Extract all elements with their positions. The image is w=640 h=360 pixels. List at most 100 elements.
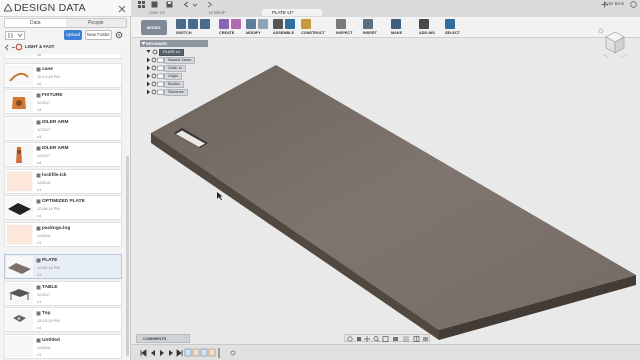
go-to-end-icon[interactable] (176, 349, 183, 357)
document-tab[interactable]: PLATE v1* (262, 9, 322, 16)
browser-node-label[interactable]: Sketches (164, 89, 188, 96)
file-thumbnail (6, 118, 33, 139)
tab-people[interactable]: People (65, 19, 126, 27)
browser-node-label[interactable]: Origin (164, 73, 183, 80)
insert-image-icon[interactable] (363, 19, 373, 29)
toolbar-group-label[interactable]: MODIFY (246, 31, 261, 35)
timeline-settings-icon[interactable] (230, 350, 236, 356)
user-name[interactable]: Tyler Beck (604, 1, 624, 6)
browser-panel: BROWSER PLATE v1 Named Views Units: in Ori… (140, 40, 210, 98)
play-icon[interactable] (160, 350, 164, 356)
document-tab[interactable]: Untitled* (199, 9, 257, 16)
scripts-icon[interactable] (419, 19, 429, 29)
design-file-icon (36, 173, 41, 178)
expand-icon[interactable] (146, 49, 151, 55)
workspace-switcher[interactable]: MODEL (141, 20, 167, 35)
timeline-feature-cut[interactable] (208, 348, 216, 357)
list-item[interactable]: packngo.log 12/8/16 v1 (4, 222, 122, 247)
extrude-icon[interactable] (231, 19, 241, 29)
viewports-icon[interactable] (413, 336, 420, 342)
browser-node[interactable]: Sketches (146, 89, 188, 96)
plane-icon[interactable] (301, 19, 311, 29)
undo-icon[interactable] (183, 1, 199, 8)
browser-header[interactable]: BROWSER (140, 40, 208, 47)
browser-node-label[interactable]: Units: in (164, 65, 186, 72)
rectangle-icon[interactable] (200, 19, 210, 29)
list-item[interactable]: FIXTURE 1/23/17 v3 (4, 89, 122, 114)
toolbar-group-label[interactable]: ASSEMBLE (273, 31, 294, 35)
list-item[interactable]: cane 10:13:16 PM v2 (4, 63, 122, 88)
upload-button[interactable]: Upload (64, 30, 82, 40)
list-item[interactable]: IDLER ARM 1/24/17 v4 (4, 142, 122, 167)
display-settings-icon[interactable] (393, 337, 398, 341)
component-icon[interactable] (285, 19, 295, 29)
visibility-icon[interactable] (152, 49, 158, 55)
fillet-icon[interactable] (258, 19, 268, 29)
toolbar-group-label[interactable]: INSERT (363, 31, 377, 35)
grid-settings-icon[interactable] (403, 336, 409, 342)
list-item[interactable]: Top 12:10:19 PM v1 (4, 307, 122, 332)
toolbar-group-label[interactable]: SELECT (445, 31, 460, 35)
step-back-icon[interactable] (151, 350, 155, 356)
plate-top-face[interactable] (151, 65, 636, 330)
list-item[interactable]: Untitled 12/8/16 v1 (4, 334, 122, 359)
viewcube[interactable] (597, 25, 633, 61)
tab-data[interactable]: Data (5, 19, 66, 27)
arc-icon[interactable] (188, 19, 198, 29)
browser-node-label[interactable]: Bodies (164, 81, 184, 88)
fit-icon[interactable] (382, 336, 389, 342)
line-icon[interactable] (176, 19, 186, 29)
toolbar-group-label[interactable]: SKETCH (176, 31, 192, 35)
grid-icon[interactable] (138, 1, 146, 8)
list-item[interactable]: OPTIMIZED PLATE 12:58:14 PM v1 (4, 195, 122, 220)
home-view-icon[interactable] (598, 28, 604, 34)
list-item[interactable]: IDLER ARM 1/23/17 v3 (4, 116, 122, 141)
sort-dropdown[interactable] (5, 31, 25, 40)
presspull-icon[interactable] (246, 19, 256, 29)
list-item[interactable]: TABLE 1/23/17 v1 (4, 281, 122, 306)
design-file-icon (36, 311, 41, 316)
list-item[interactable]: v6 (4, 54, 122, 59)
browser-root[interactable]: PLATE v1 (146, 49, 184, 56)
environment-icon[interactable] (423, 337, 428, 341)
toolbar-group-label[interactable]: INSPECT (336, 31, 352, 35)
pan-icon[interactable] (364, 336, 370, 342)
comments-panel[interactable]: COMMENTS (136, 334, 190, 343)
scrollbar[interactable] (126, 156, 129, 356)
project-name[interactable]: LIGHT & FAST (25, 44, 54, 49)
toolbar-group-label[interactable]: CREATE (219, 31, 234, 35)
new-folder-button[interactable]: New Folder (85, 30, 112, 40)
browser-node[interactable]: Bodies (146, 81, 184, 88)
design-file-icon (36, 338, 41, 343)
timeline-feature-extrude[interactable] (192, 348, 200, 357)
toolbar-group-label[interactable]: ADD-INS (419, 31, 435, 35)
browser-node-label[interactable]: Named Views (164, 57, 196, 64)
file-menu-icon[interactable] (151, 1, 158, 8)
timeline-feature-sketch-2[interactable] (200, 348, 208, 357)
close-icon[interactable] (118, 5, 126, 13)
help-icon[interactable] (630, 1, 637, 8)
save-icon[interactable] (166, 1, 173, 8)
step-forward-icon[interactable] (169, 350, 173, 356)
go-to-start-icon[interactable] (140, 349, 147, 357)
print-icon[interactable] (391, 19, 401, 29)
list-item[interactable]: PLATE 12:54:14 PM v1 (4, 254, 122, 279)
box-icon[interactable] (219, 19, 229, 29)
root-component-label[interactable]: PLATE v1 (159, 49, 184, 56)
timeline-feature-sketch[interactable] (184, 348, 192, 357)
select-icon[interactable] (445, 19, 455, 29)
browser-node[interactable]: Origin (146, 73, 183, 80)
browser-node[interactable]: Units: in (146, 65, 186, 72)
toolbar-group-label[interactable]: MAKE (391, 31, 402, 35)
browser-node[interactable]: Named Views (146, 57, 196, 64)
zoom-icon[interactable] (373, 336, 380, 342)
document-tab[interactable]: cane v2 (139, 9, 197, 16)
joint-icon[interactable] (273, 19, 283, 29)
redo-icon[interactable] (206, 1, 213, 8)
toolbar-group-label[interactable]: CONSTRUCT (301, 31, 325, 35)
measure-icon[interactable] (336, 19, 346, 29)
orbit-icon[interactable] (347, 336, 353, 342)
look-at-icon[interactable] (357, 337, 361, 341)
gear-icon[interactable] (115, 31, 123, 39)
list-item[interactable]: lockfile.lck 12/8/16 v1 (4, 169, 122, 194)
